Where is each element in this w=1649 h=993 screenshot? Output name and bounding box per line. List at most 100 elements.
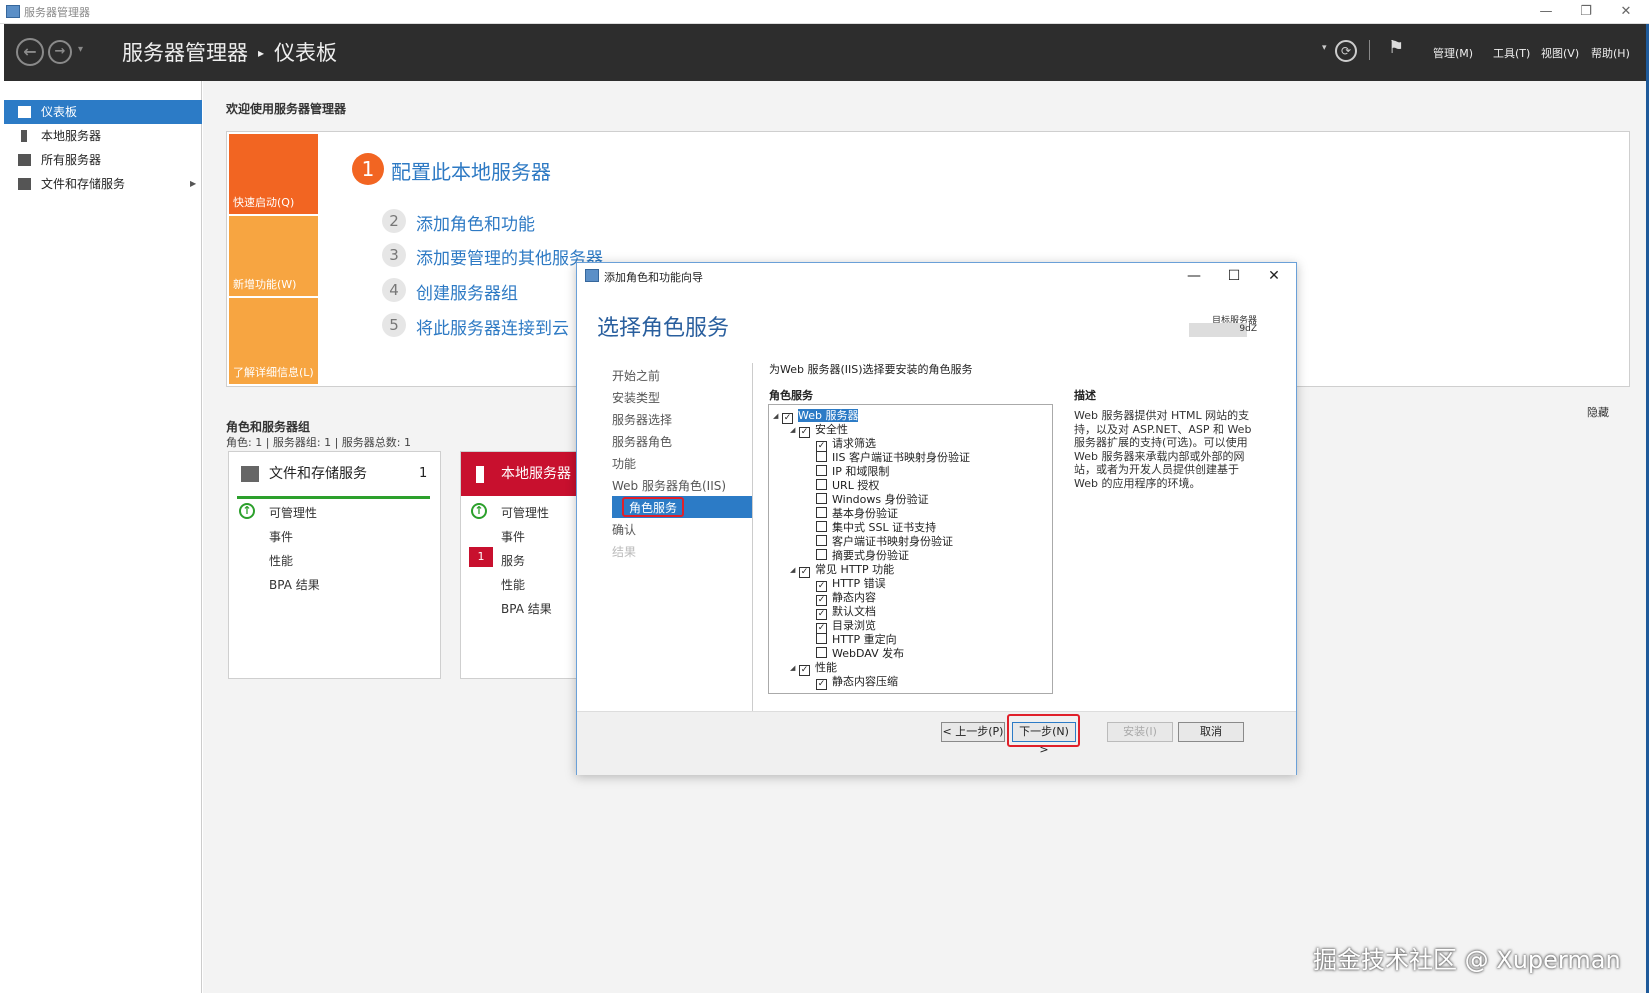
sidebar-item-label: 本地服务器 bbox=[41, 129, 102, 143]
checkbox[interactable] bbox=[816, 549, 827, 560]
card-row-events[interactable]: 事件 bbox=[501, 528, 525, 545]
menu-manage[interactable]: 管理(M) bbox=[1433, 45, 1473, 61]
restore-button[interactable]: ❐ bbox=[1566, 2, 1606, 22]
step-number: 3 bbox=[382, 243, 406, 267]
nav-features[interactable]: 功能 bbox=[612, 455, 636, 472]
expand-toggle-icon[interactable]: ◢ bbox=[790, 661, 799, 675]
checkbox[interactable] bbox=[816, 493, 827, 504]
tree-item[interactable]: URL 授权 bbox=[773, 479, 970, 493]
tree-item[interactable]: 基本身份验证 bbox=[773, 507, 970, 521]
expand-arrow-icon[interactable]: ▶ bbox=[190, 172, 196, 196]
checkbox[interactable] bbox=[816, 465, 827, 476]
expand-toggle-icon[interactable]: ◢ bbox=[790, 563, 799, 577]
tree-item[interactable]: ✓ 静态内容 bbox=[773, 591, 970, 606]
sidebar-item-all-servers[interactable]: 所有服务器 bbox=[4, 148, 202, 172]
sidebar-item-label: 文件和存储服务 bbox=[41, 177, 126, 191]
storage-icon bbox=[241, 466, 259, 482]
tree-item[interactable]: IIS 客户端证书映射身份验证 bbox=[773, 451, 970, 465]
checkbox[interactable] bbox=[816, 647, 827, 658]
nav-server-roles[interactable]: 服务器角色 bbox=[612, 433, 672, 450]
card-row-events[interactable]: 事件 bbox=[269, 528, 293, 545]
nav-before-you-begin[interactable]: 开始之前 bbox=[612, 367, 660, 384]
card-row-performance[interactable]: 性能 bbox=[269, 552, 293, 569]
nav-install-type[interactable]: 安装类型 bbox=[612, 389, 660, 406]
role-card-file-storage[interactable]: 文件和存储服务 1 ↑ 可管理性 事件 性能 BPA 结果 bbox=[228, 451, 441, 679]
tree-item-label: 静态内容 bbox=[832, 591, 876, 604]
nav-server-selection[interactable]: 服务器选择 bbox=[612, 411, 672, 428]
tree-item-label: URL 授权 bbox=[832, 479, 880, 492]
tree-item[interactable]: ✓ 默认文档 bbox=[773, 605, 970, 620]
tree-item[interactable]: ◢ ✓ 常见 HTTP 功能 bbox=[773, 563, 970, 578]
connect-cloud-link[interactable]: 将此服务器连接到云 bbox=[416, 314, 569, 339]
sidebar-item-local-server[interactable]: 本地服务器 bbox=[4, 124, 202, 148]
nav-confirmation[interactable]: 确认 bbox=[612, 521, 636, 538]
menu-help[interactable]: 帮助(H) bbox=[1591, 45, 1630, 61]
wizard-minimize-button[interactable]: — bbox=[1174, 265, 1214, 287]
forward-icon[interactable]: → bbox=[48, 40, 72, 64]
tree-item[interactable]: Windows 身份验证 bbox=[773, 493, 970, 507]
tree-item[interactable]: ✓ 静态内容压缩 bbox=[773, 675, 970, 690]
role-card-local-server[interactable]: 本地服务器 ↑ 可管理性 事件 1 服务 性能 BPA 结果 bbox=[460, 451, 580, 679]
server-icon bbox=[21, 130, 27, 142]
breadcrumb-root[interactable]: 服务器管理器 bbox=[122, 41, 248, 65]
whats-new-tab[interactable]: 新增功能(W) bbox=[229, 216, 318, 296]
card-row-performance[interactable]: 性能 bbox=[501, 576, 525, 593]
cancel-button[interactable]: 取消 bbox=[1178, 722, 1244, 742]
tree-item[interactable]: 摘要式身份验证 bbox=[773, 549, 970, 563]
tree-item[interactable]: ◢ ✓ 安全性 bbox=[773, 423, 970, 438]
expand-toggle-icon[interactable]: ◢ bbox=[773, 409, 782, 423]
history-dropdown-icon[interactable]: ▾ bbox=[78, 44, 83, 55]
notifications-flag-icon[interactable]: ⚑ bbox=[1388, 37, 1404, 58]
previous-button[interactable]: < 上一步(P) bbox=[941, 722, 1005, 742]
menu-tools[interactable]: 工具(T) bbox=[1493, 45, 1530, 61]
tree-item[interactable]: ◢ ✓ Web 服务器 bbox=[773, 409, 970, 424]
card-row-manageability[interactable]: 可管理性 bbox=[269, 504, 317, 521]
learn-more-tab[interactable]: 了解详细信息(L) bbox=[229, 298, 318, 384]
card-row-manageability[interactable]: 可管理性 bbox=[501, 504, 549, 521]
wizard-maximize-button[interactable]: ☐ bbox=[1214, 265, 1254, 287]
checkbox[interactable] bbox=[816, 451, 827, 462]
refresh-icon[interactable]: ⟳ bbox=[1335, 40, 1357, 62]
tree-item[interactable]: WebDAV 发布 bbox=[773, 647, 970, 661]
close-button[interactable]: ✕ bbox=[1606, 2, 1646, 22]
checkbox[interactable]: ✓ bbox=[816, 679, 827, 690]
step-number: 1 bbox=[352, 153, 384, 185]
quickstart-tab[interactable]: 快速启动(Q) bbox=[229, 134, 318, 214]
expand-toggle-icon[interactable]: ◢ bbox=[790, 423, 799, 437]
tree-item-label: 集中式 SSL 证书支持 bbox=[832, 521, 937, 534]
tree-item[interactable]: 集中式 SSL 证书支持 bbox=[773, 521, 970, 535]
sidebar-item-file-storage[interactable]: 文件和存储服务 ▶ bbox=[4, 172, 202, 196]
configure-local-server-link[interactable]: 配置此本地服务器 bbox=[391, 156, 551, 185]
hide-link[interactable]: 隐藏 bbox=[1587, 404, 1609, 420]
checkbox[interactable] bbox=[816, 535, 827, 546]
nav-web-server-role[interactable]: Web 服务器角色(IIS) bbox=[612, 477, 726, 494]
refresh-dropdown-icon[interactable]: ▾ bbox=[1322, 43, 1327, 53]
checkbox[interactable] bbox=[816, 633, 827, 644]
minimize-button[interactable]: — bbox=[1526, 2, 1566, 22]
card-row-services[interactable]: 服务 bbox=[501, 552, 525, 569]
sidebar-item-dashboard[interactable]: 仪表板 bbox=[4, 100, 202, 124]
add-roles-link[interactable]: 添加角色和功能 bbox=[416, 210, 535, 235]
checkbox[interactable] bbox=[816, 507, 827, 518]
install-button: 安装(I) bbox=[1107, 722, 1173, 742]
tree-item[interactable]: ✓ 请求筛选 bbox=[773, 437, 970, 452]
add-servers-link[interactable]: 添加要管理的其他服务器 bbox=[416, 244, 603, 269]
tree-item[interactable]: ✓ 目录浏览 bbox=[773, 619, 970, 634]
tree-item-label: 摘要式身份验证 bbox=[832, 549, 909, 562]
roles-section-title: 角色和服务器组 bbox=[226, 420, 311, 434]
card-row-bpa[interactable]: BPA 结果 bbox=[501, 600, 552, 617]
menu-view[interactable]: 视图(V) bbox=[1541, 45, 1579, 61]
tree-item[interactable]: IP 和域限制 bbox=[773, 465, 970, 479]
role-services-tree: ◢ ✓ Web 服务器 ◢ ✓ 安全性 ✓ 请求筛选 IIS 客户端证书映射身份验证 IP 和域限… bbox=[768, 404, 1053, 694]
tree-item[interactable]: 客户端证书映射身份验证 bbox=[773, 535, 970, 549]
tree-item[interactable]: HTTP 重定向 bbox=[773, 633, 970, 647]
wizard-close-button[interactable]: ✕ bbox=[1254, 265, 1294, 287]
tree-item[interactable]: ✓ HTTP 错误 bbox=[773, 577, 970, 592]
tree-item[interactable]: ◢ ✓ 性能 bbox=[773, 661, 970, 676]
checkbox[interactable] bbox=[816, 521, 827, 532]
checkbox[interactable] bbox=[816, 479, 827, 490]
sidebar: 仪表板 本地服务器 所有服务器 文件和存储服务 ▶ bbox=[4, 81, 202, 993]
card-row-bpa[interactable]: BPA 结果 bbox=[269, 576, 320, 593]
back-icon[interactable]: ← bbox=[16, 38, 44, 66]
create-group-link[interactable]: 创建服务器组 bbox=[416, 279, 518, 304]
